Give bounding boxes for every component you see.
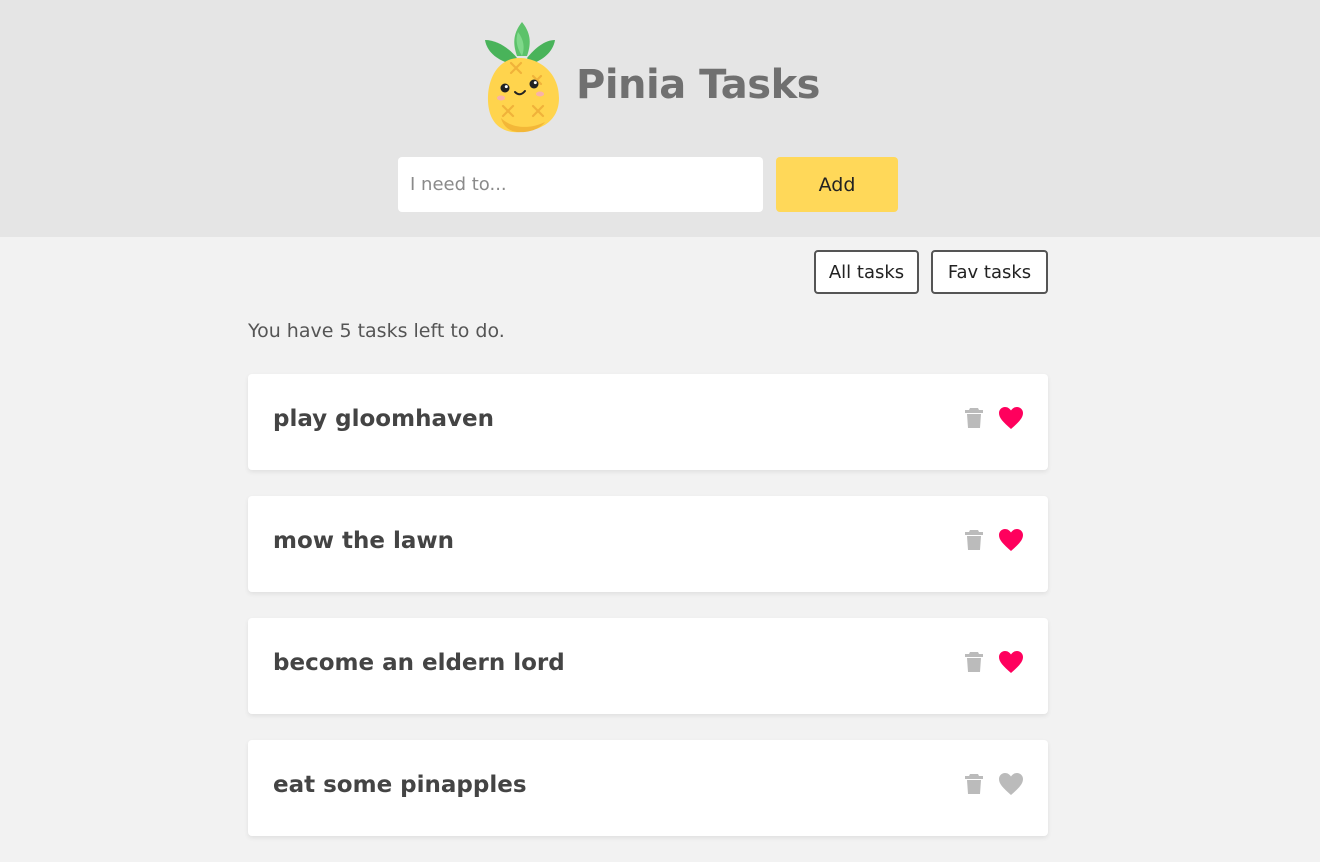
new-task-input[interactable]	[398, 157, 763, 212]
task-title: play gloomhaven	[273, 406, 494, 432]
task-item: become an eldern lord	[248, 618, 1048, 714]
task-item: play gloomhaven	[248, 374, 1048, 470]
task-title: become an eldern lord	[273, 650, 565, 676]
task-actions	[962, 528, 1023, 552]
heart-icon[interactable]	[998, 528, 1023, 552]
trash-icon[interactable]	[962, 406, 986, 430]
tasks-remaining-summary: You have 5 tasks left to do.	[248, 320, 505, 342]
task-item: eat some pinapples	[248, 740, 1048, 836]
pineapple-logo	[485, 22, 559, 133]
task-list: play gloomhaven mow the lawn become an e…	[248, 374, 1048, 862]
trash-icon[interactable]	[962, 650, 986, 674]
heart-icon[interactable]	[998, 772, 1023, 796]
task-title: mow the lawn	[273, 528, 455, 554]
app-header: Pinia Tasks Add	[0, 0, 1320, 237]
task-title: eat some pinapples	[273, 772, 527, 798]
trash-icon[interactable]	[962, 528, 986, 552]
heart-icon[interactable]	[998, 406, 1023, 430]
trash-icon[interactable]	[962, 772, 986, 796]
task-actions	[962, 650, 1023, 674]
fav-tasks-button[interactable]: Fav tasks	[931, 250, 1048, 294]
add-task-button[interactable]: Add	[776, 157, 898, 212]
app-title: Pinia Tasks	[576, 62, 820, 108]
all-tasks-button[interactable]: All tasks	[814, 250, 919, 294]
task-item: mow the lawn	[248, 496, 1048, 592]
task-actions	[962, 772, 1023, 796]
task-actions	[962, 406, 1023, 430]
heart-icon[interactable]	[998, 650, 1023, 674]
